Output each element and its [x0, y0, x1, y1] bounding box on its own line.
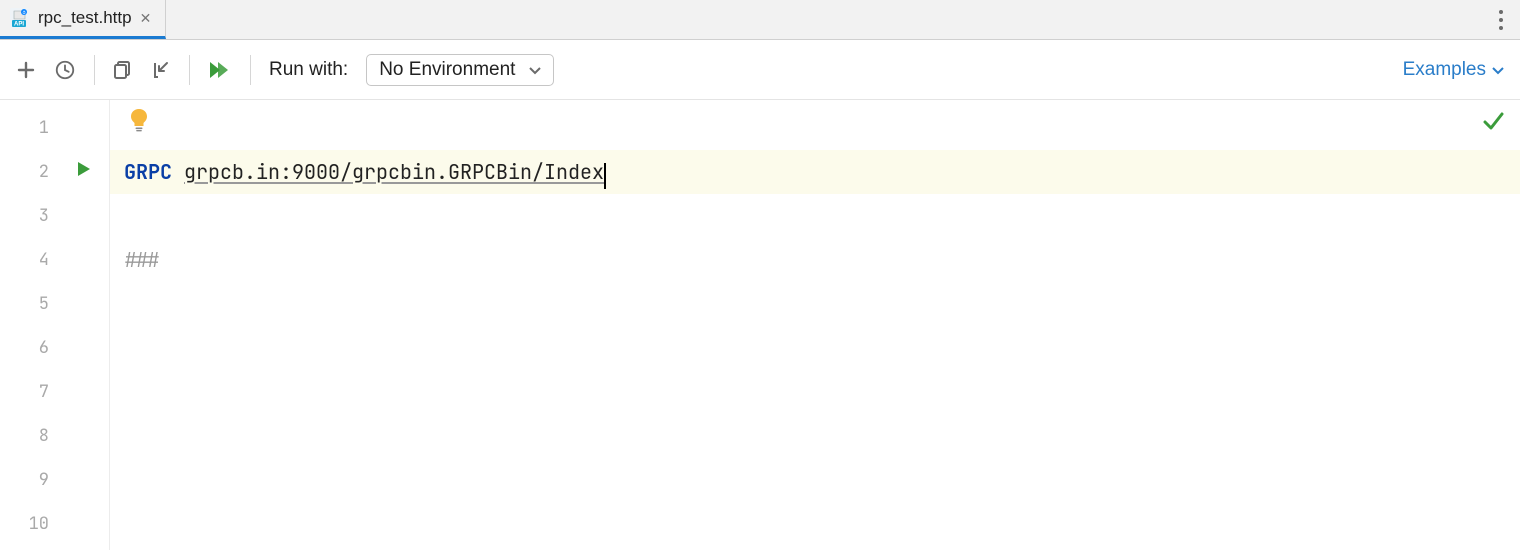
- run-with-label: Run with:: [269, 59, 348, 81]
- chevron-down-icon: [529, 59, 541, 81]
- toolbar-separator: [250, 55, 251, 85]
- editor-gutter: 1 2 3 4 5 6 7 8 9 10: [0, 100, 110, 550]
- grpc-keyword: GRPC: [124, 159, 172, 185]
- examples-dropdown[interactable]: Examples: [1403, 59, 1504, 81]
- tab-bar: ⏱ API rpc_test.http ✕: [0, 0, 1520, 40]
- editor-content[interactable]: GRPC grpcb.in:9000/grpcbin.GRPCBin/Index…: [110, 100, 1520, 550]
- gutter-line: 3: [0, 194, 109, 238]
- gutter-line: 9: [0, 458, 109, 502]
- code-line[interactable]: [110, 282, 1520, 326]
- code-line[interactable]: [110, 326, 1520, 370]
- intention-bulb-icon[interactable]: [130, 108, 148, 138]
- gutter-line: 1: [0, 106, 109, 150]
- history-button[interactable]: [54, 59, 76, 81]
- code-line[interactable]: [110, 458, 1520, 502]
- run-gutter-icon[interactable]: [77, 161, 91, 183]
- import-button[interactable]: [151, 60, 171, 80]
- environment-select[interactable]: No Environment: [366, 54, 554, 86]
- status-ok-icon: [1482, 110, 1504, 138]
- environment-selected-label: No Environment: [379, 59, 515, 81]
- chevron-down-icon: [1492, 59, 1504, 81]
- gutter-line: 7: [0, 370, 109, 414]
- run-all-button[interactable]: [208, 60, 232, 80]
- examples-label: Examples: [1403, 59, 1486, 81]
- close-icon[interactable]: ✕: [140, 10, 152, 27]
- copy-button[interactable]: [113, 60, 133, 80]
- toolbar-separator: [94, 55, 95, 85]
- gutter-line: 10: [0, 502, 109, 546]
- gutter-line: 8: [0, 414, 109, 458]
- gutter-line: 6: [0, 326, 109, 370]
- file-tab[interactable]: ⏱ API rpc_test.http ✕: [0, 0, 166, 39]
- code-line[interactable]: [110, 414, 1520, 458]
- http-client-toolbar: Run with: No Environment Examples: [0, 40, 1520, 100]
- tab-options-button[interactable]: [1498, 0, 1504, 39]
- code-line[interactable]: [110, 502, 1520, 546]
- code-line[interactable]: [110, 194, 1520, 238]
- code-line[interactable]: GRPC grpcb.in:9000/grpcbin.GRPCBin/Index: [110, 150, 1520, 194]
- code-line[interactable]: [110, 106, 1520, 150]
- code-line[interactable]: [110, 370, 1520, 414]
- svg-text:API: API: [14, 22, 24, 28]
- gutter-line: 5: [0, 282, 109, 326]
- add-request-button[interactable]: [16, 60, 36, 80]
- text-caret: [604, 163, 606, 189]
- file-tab-label: rpc_test.http: [38, 8, 132, 28]
- grpc-endpoint-url: grpcb.in:9000/grpcbin.GRPCBin/Index: [184, 159, 604, 185]
- toolbar-separator: [189, 55, 190, 85]
- svg-text:⏱: ⏱: [22, 10, 25, 15]
- gutter-line: 4: [0, 238, 109, 282]
- gutter-line: 2: [0, 150, 109, 194]
- request-separator: ###: [124, 247, 160, 273]
- code-editor[interactable]: 1 2 3 4 5 6 7 8 9 10 GRPC grpcb.in:9000/…: [0, 100, 1520, 550]
- code-line[interactable]: ###: [110, 238, 1520, 282]
- http-file-icon: ⏱ API: [10, 8, 30, 28]
